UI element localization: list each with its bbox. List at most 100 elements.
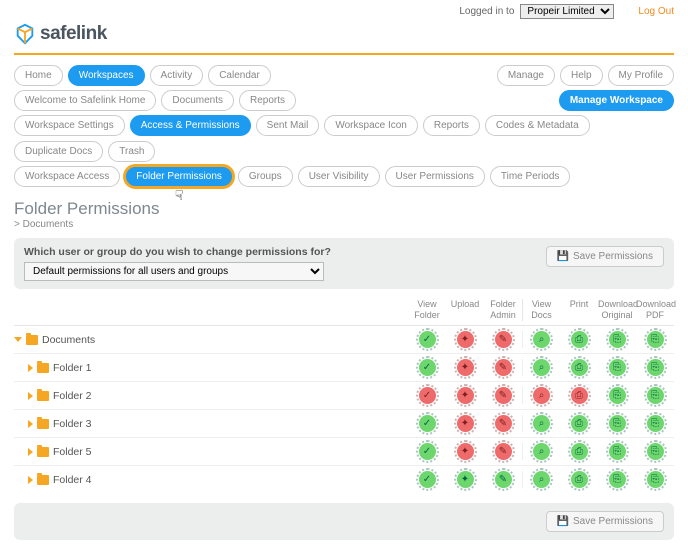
nav-trash[interactable]: Trash — [108, 141, 155, 162]
col-view-folder: ViewFolder — [408, 299, 446, 321]
accent-divider — [14, 53, 674, 55]
perm-toggle[interactable]: ⌕ — [533, 331, 550, 348]
nav-help[interactable]: Help — [560, 65, 603, 86]
perm-toggle[interactable]: ✓ — [419, 331, 436, 348]
nav-workspace-icon[interactable]: Workspace Icon — [324, 115, 418, 136]
perm-toggle[interactable]: ✎ — [495, 443, 512, 460]
org-select[interactable]: Propeir Limited — [520, 4, 614, 19]
perm-toggle[interactable]: ✦ — [457, 331, 474, 348]
perm-toggle[interactable]: ✎ — [495, 471, 512, 488]
folder-name-cell[interactable]: Folder 2 — [14, 390, 408, 402]
nav-quaternary: Workspace AccessFolder Permissions☟Group… — [0, 164, 688, 189]
nav-documents[interactable]: Documents — [161, 90, 234, 111]
nav-time-periods[interactable]: Time Periods — [490, 166, 571, 187]
folder-row: Documents ✓ ✦ ✎ ⌕ ⎙ ⎘ ⎘ — [14, 326, 674, 354]
perm-toggle[interactable]: ⎘ — [647, 359, 664, 376]
nav-activity[interactable]: Activity — [150, 65, 204, 86]
perm-toggle[interactable]: ⌕ — [533, 415, 550, 432]
perm-toggle[interactable]: ✎ — [495, 331, 512, 348]
folder-name-cell[interactable]: Folder 3 — [14, 418, 408, 430]
nav-reports[interactable]: Reports — [423, 115, 480, 136]
logo: safelink — [14, 23, 107, 45]
perm-toggle[interactable]: ⎘ — [609, 359, 626, 376]
nav-codes-metadata[interactable]: Codes & Metadata — [485, 115, 590, 136]
nav-user-visibility[interactable]: User Visibility — [298, 166, 380, 187]
folder-label: Folder 4 — [53, 474, 92, 486]
perm-toggle[interactable]: ⎘ — [609, 387, 626, 404]
folder-name-cell[interactable]: Folder 5 — [14, 446, 408, 458]
caret-right-icon[interactable] — [28, 392, 33, 400]
nav-manage[interactable]: Manage — [497, 65, 555, 86]
perm-toggle[interactable]: ⎘ — [647, 415, 664, 432]
grid-header: ViewFolderUpload FolderAdminViewDocsPrin… — [14, 295, 674, 326]
perm-toggle[interactable]: ✎ — [495, 387, 512, 404]
caret-down-icon[interactable] — [14, 337, 22, 342]
perm-toggle[interactable]: ✓ — [419, 415, 436, 432]
col-download-original: DownloadOriginal — [598, 299, 636, 321]
perm-toggle[interactable]: ⎘ — [609, 443, 626, 460]
nav-folder-permissions[interactable]: Folder Permissions☟ — [125, 166, 233, 187]
nav-calendar[interactable]: Calendar — [208, 65, 271, 86]
nav-user-permissions[interactable]: User Permissions — [385, 166, 485, 187]
nav-access-permissions[interactable]: Access & Permissions — [130, 115, 251, 136]
perm-toggle[interactable]: ⎙ — [571, 359, 588, 376]
perm-toggle[interactable]: ✦ — [457, 443, 474, 460]
nav-my-profile[interactable]: My Profile — [608, 65, 674, 86]
perm-toggle[interactable]: ⎘ — [647, 443, 664, 460]
user-group-select[interactable]: Default permissions for all users and gr… — [24, 262, 324, 281]
nav-home[interactable]: Home — [14, 65, 63, 86]
save-icon: 💾 — [557, 251, 569, 262]
caret-right-icon[interactable] — [28, 364, 33, 372]
perm-toggle[interactable]: ✓ — [419, 443, 436, 460]
perm-toggle[interactable]: ⎘ — [647, 331, 664, 348]
perm-toggle[interactable]: ⌕ — [533, 359, 550, 376]
perm-toggle[interactable]: ✓ — [419, 471, 436, 488]
perm-toggle[interactable]: ⎘ — [609, 331, 626, 348]
perm-toggle[interactable]: ✓ — [419, 387, 436, 404]
perm-toggle[interactable]: ✓ — [419, 359, 436, 376]
nav-reports[interactable]: Reports — [239, 90, 296, 111]
nav-duplicate-docs[interactable]: Duplicate Docs — [14, 141, 103, 162]
nav-groups[interactable]: Groups — [238, 166, 293, 187]
save-permissions-button-top[interactable]: 💾 Save Permissions — [546, 246, 664, 267]
caret-right-icon[interactable] — [28, 448, 33, 456]
perm-toggle[interactable]: ✎ — [495, 415, 512, 432]
folder-name-cell[interactable]: Folder 1 — [14, 362, 408, 374]
perm-toggle[interactable]: ✎ — [495, 359, 512, 376]
nav-workspace-settings[interactable]: Workspace Settings — [14, 115, 125, 136]
perm-toggle[interactable]: ✦ — [457, 415, 474, 432]
nav-workspaces[interactable]: Workspaces — [68, 65, 145, 86]
caret-right-icon[interactable] — [28, 420, 33, 428]
perm-toggle[interactable]: ⎘ — [609, 471, 626, 488]
perm-toggle[interactable]: ⎙ — [571, 471, 588, 488]
perm-toggle[interactable]: ⌕ — [533, 443, 550, 460]
perm-toggle[interactable]: ⎘ — [647, 471, 664, 488]
perm-toggle[interactable]: ⎙ — [571, 331, 588, 348]
manage-workspace-button[interactable]: Manage Workspace — [559, 90, 674, 111]
perm-toggle[interactable]: ✦ — [457, 471, 474, 488]
folder-name-cell[interactable]: Documents — [14, 334, 408, 346]
logout-link[interactable]: Log Out — [638, 6, 674, 17]
folder-icon — [37, 391, 49, 401]
perm-toggle[interactable]: ⎘ — [647, 387, 664, 404]
page-title: Folder Permissions — [14, 199, 674, 219]
filter-prompt: Which user or group do you wish to chang… — [24, 246, 331, 258]
caret-right-icon[interactable] — [28, 476, 33, 484]
folder-name-cell[interactable]: Folder 4 — [14, 474, 408, 486]
perm-toggle[interactable]: ⎙ — [571, 415, 588, 432]
col-print-: Print — [560, 299, 598, 321]
perm-toggle[interactable]: ⎘ — [609, 415, 626, 432]
logged-in-label: Logged in to — [459, 6, 514, 17]
folder-icon — [37, 447, 49, 457]
perm-toggle[interactable]: ⎙ — [571, 387, 588, 404]
perm-toggle[interactable]: ⎙ — [571, 443, 588, 460]
save-permissions-button-bottom[interactable]: 💾 Save Permissions — [546, 511, 664, 532]
col-upload-: Upload — [446, 299, 484, 321]
perm-toggle[interactable]: ✦ — [457, 359, 474, 376]
nav-workspace-access[interactable]: Workspace Access — [14, 166, 120, 187]
nav-sent-mail[interactable]: Sent Mail — [256, 115, 320, 136]
perm-toggle[interactable]: ⌕ — [533, 471, 550, 488]
nav-welcome-to-safelink-home[interactable]: Welcome to Safelink Home — [14, 90, 156, 111]
perm-toggle[interactable]: ⌕ — [533, 387, 550, 404]
perm-toggle[interactable]: ✦ — [457, 387, 474, 404]
